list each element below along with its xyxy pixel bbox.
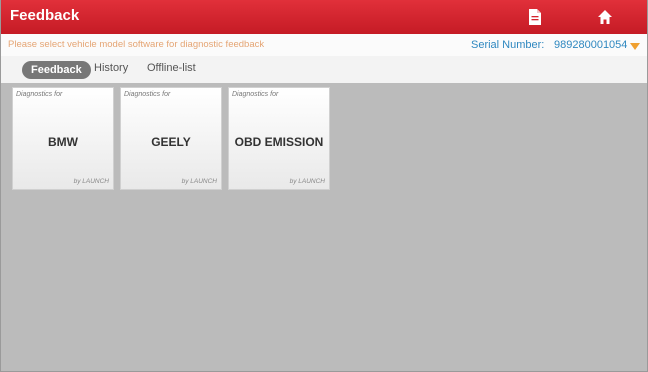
card-caption: Diagnostics for xyxy=(124,91,171,98)
vehicle-card-bmw[interactable]: Diagnostics for BMW by LAUNCH xyxy=(12,87,114,190)
serial-number-value: 989280001054 xyxy=(554,39,628,51)
vehicle-software-grid: Diagnostics for BMW by LAUNCH Diagnostic… xyxy=(1,83,647,371)
card-title: OBD EMISSION xyxy=(234,135,324,149)
card-title: GEELY xyxy=(151,135,191,149)
report-button[interactable] xyxy=(511,6,559,30)
vehicle-card-obd-emission[interactable]: Diagnostics for OBD EMISSION by LAUNCH xyxy=(228,87,330,190)
instruction-text: Please select vehicle model software for… xyxy=(8,39,265,50)
card-brand: by LAUNCH xyxy=(73,178,109,185)
home-icon xyxy=(598,10,612,24)
card-title: BMW xyxy=(48,135,78,149)
home-button[interactable] xyxy=(581,6,629,30)
card-caption: Diagnostics for xyxy=(16,91,63,98)
serial-dropdown-icon[interactable] xyxy=(630,43,640,50)
app-window: Feedback Please select vehicle model sof… xyxy=(0,0,648,372)
info-bar: Please select vehicle model software for… xyxy=(1,34,647,57)
card-brand: by LAUNCH xyxy=(289,178,325,185)
tab-bar: Feedback History Offline-list xyxy=(1,56,647,83)
card-caption: Diagnostics for xyxy=(232,91,279,98)
page-title: Feedback xyxy=(10,7,80,24)
document-icon xyxy=(529,9,541,25)
serial-number-label: Serial Number: xyxy=(471,39,545,51)
card-brand: by LAUNCH xyxy=(181,178,217,185)
tab-history[interactable]: History xyxy=(94,62,128,74)
vehicle-card-geely[interactable]: Diagnostics for GEELY by LAUNCH xyxy=(120,87,222,190)
tab-offline-list[interactable]: Offline-list xyxy=(147,62,196,74)
header-bar: Feedback xyxy=(1,0,647,34)
tab-feedback[interactable]: Feedback xyxy=(22,61,91,79)
